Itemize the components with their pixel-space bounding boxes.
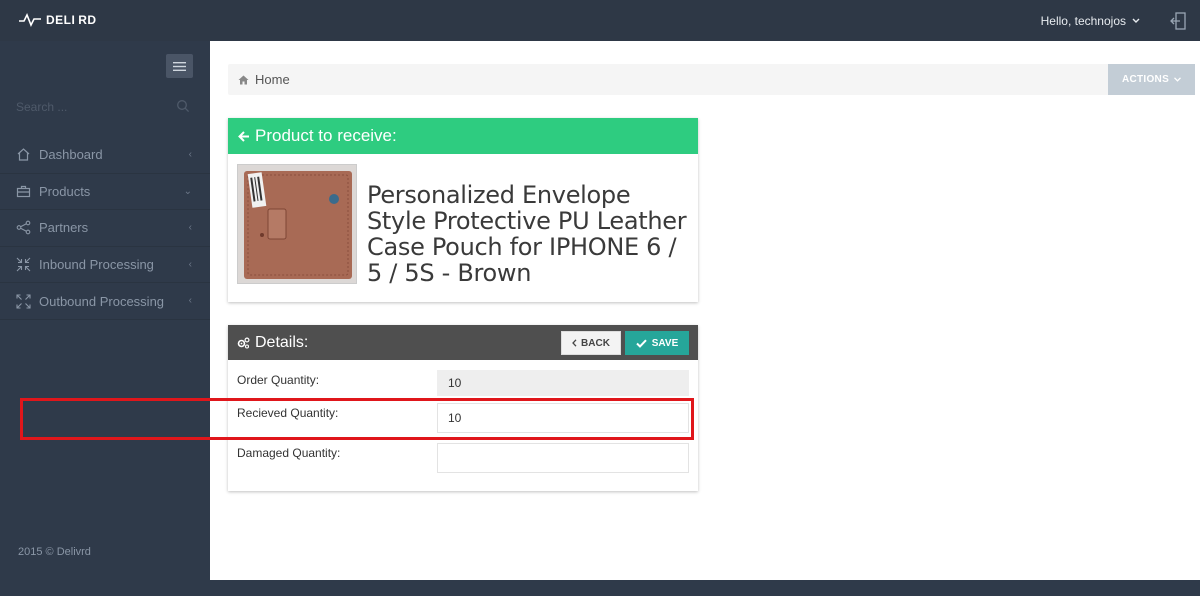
product-panel: Product to receive: Personalized Envelop… [228,118,698,302]
chevron-left-icon: ‹ [188,295,192,307]
sidebar-item-outbound-processing[interactable]: Outbound Processing ‹ [0,283,210,320]
sidebar-item-label: Dashboard [39,147,103,163]
damaged-quantity-label: Damaged Quantity: [237,446,341,460]
breadcrumb: Home ACTIONS [228,64,1195,95]
details-panel: Details: BACK SAVE Order Quantity: Recie… [228,325,698,491]
top-bar: DELI RD Hello, technojos [0,0,1200,41]
home-icon [238,75,249,84]
product-image [237,164,357,284]
chevron-left-icon: ‹ [188,258,192,270]
sidebar-item-partners[interactable]: Partners ‹ [0,210,210,247]
product-panel-header: Product to receive: [228,118,698,154]
sidebar-item-label: Inbound Processing [39,257,154,273]
shrink-icon [16,257,31,272]
home-icon [16,147,31,162]
menu-icon [173,61,186,71]
actions-label: ACTIONS [1121,74,1170,85]
arrow-left-icon [238,130,249,142]
sidebar-item-label: Products [39,183,91,199]
share-icon [16,220,31,235]
sidebar-item-products[interactable]: Products ⌄ [0,174,210,211]
sidebar-item-label: Outbound Processing [39,293,165,309]
briefcase-icon [16,184,31,199]
logo-icon [19,13,41,27]
chevron-left-icon: ‹ [188,222,192,234]
sidebar-search [16,97,192,117]
cogs-icon [237,337,250,349]
damaged-quantity-field[interactable] [437,443,689,473]
received-quantity-field[interactable] [437,403,689,433]
bottom-strip [210,580,1200,596]
save-button[interactable]: SAVE [625,331,689,355]
product-panel-title: Product to receive: [255,126,397,145]
sidebar-item-label: Partners [39,220,89,236]
search-icon[interactable] [176,99,190,113]
search-input[interactable] [16,97,192,117]
expand-icon [16,294,31,309]
logo-text: DELI RD [46,13,97,27]
sidebar-item-inbound-processing[interactable]: Inbound Processing ‹ [0,247,210,284]
sidebar-toggle-button[interactable] [166,54,193,78]
sidebar: Dashboard ‹ Products ⌄ Partners ‹ Inboun… [0,41,210,596]
chevron-left-icon [572,339,577,347]
logout-icon[interactable] [1170,12,1186,30]
chevron-down-icon [1174,77,1182,82]
breadcrumb-home[interactable]: Home [238,72,290,87]
user-greeting: Hello, technojos [1040,14,1126,28]
back-button[interactable]: BACK [561,331,621,355]
product-title: Personalized Envelope Style Protective P… [367,181,687,287]
sidebar-item-dashboard[interactable]: Dashboard ‹ [0,137,210,174]
logo[interactable]: DELI RD [18,12,97,28]
save-label: SAVE [651,337,679,349]
check-icon [636,339,647,348]
details-panel-header: Details: BACK SAVE [228,325,698,360]
footer-copyright: 2015 © Delivrd [18,546,91,558]
order-quantity-field [437,370,689,396]
back-label: BACK [581,337,610,349]
order-quantity-label: Order Quantity: [237,373,320,387]
chevron-down-icon [1132,18,1140,23]
chevron-down-icon: ⌄ [183,185,192,197]
user-menu[interactable]: Hello, technojos [1041,14,1140,28]
actions-button[interactable]: ACTIONS [1108,64,1195,95]
main-content: Home ACTIONS Product to receive: Persona… [210,41,1200,580]
chevron-left-icon: ‹ [188,149,192,160]
sidebar-nav: Dashboard ‹ Products ⌄ Partners ‹ Inboun… [0,137,210,320]
received-quantity-label: Recieved Quantity: [237,406,339,420]
breadcrumb-home-label: Home [255,72,290,87]
details-panel-title: Details: [255,333,309,351]
